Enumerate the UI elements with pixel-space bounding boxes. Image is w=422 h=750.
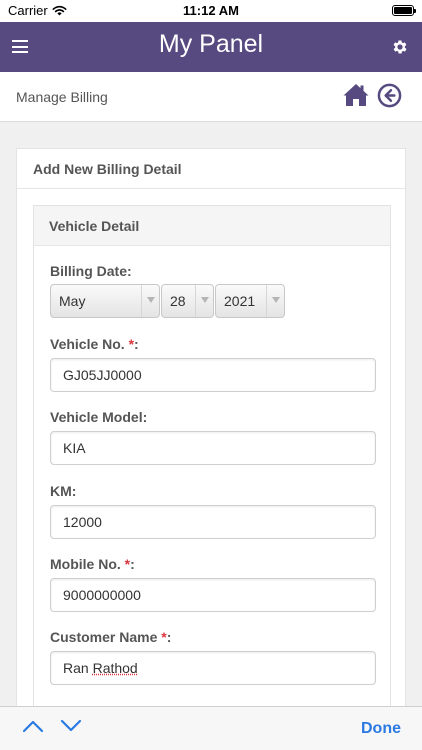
customer-name-input[interactable]: Ran Rathod bbox=[50, 651, 376, 685]
home-icon[interactable] bbox=[343, 83, 369, 107]
km-input[interactable]: 12000 bbox=[50, 505, 376, 539]
panel-title: Vehicle Detail bbox=[34, 206, 390, 246]
vehicle-model-value: KIA bbox=[63, 440, 86, 456]
customer-name-first: Ran bbox=[63, 660, 89, 676]
chevron-down-icon bbox=[266, 285, 284, 317]
gear-icon[interactable] bbox=[391, 38, 409, 56]
billing-month-value: May bbox=[59, 293, 86, 309]
done-button[interactable]: Done bbox=[361, 720, 401, 738]
clock: 11:12 AM bbox=[183, 3, 239, 18]
billing-date-label: Billing Date: bbox=[50, 263, 132, 279]
section-title: Manage Billing bbox=[16, 89, 108, 105]
app-navbar: My Panel bbox=[0, 22, 422, 72]
sub-header: Manage Billing bbox=[0, 72, 422, 122]
chevron-down-icon bbox=[195, 285, 213, 317]
back-circle-icon[interactable] bbox=[377, 83, 402, 108]
page-title: My Panel bbox=[158, 30, 264, 58]
customer-name-label: Customer Name *: bbox=[50, 629, 172, 645]
mobile-no-input[interactable]: 9000000000 bbox=[50, 578, 376, 612]
vehicle-model-input[interactable]: KIA bbox=[50, 431, 376, 465]
billing-year-select[interactable]: 2021 bbox=[215, 284, 285, 318]
billing-year-value: 2021 bbox=[224, 293, 256, 309]
vehicle-no-value: GJ05JJ0000 bbox=[63, 367, 142, 383]
status-bar: Carrier 11:12 AM bbox=[0, 0, 422, 22]
billing-card: Add New Billing Detail Vehicle Detail Bi… bbox=[16, 148, 406, 725]
billing-day-value: 28 bbox=[170, 293, 186, 309]
chevron-up-icon[interactable] bbox=[22, 719, 44, 733]
vehicle-no-input[interactable]: GJ05JJ0000 bbox=[50, 358, 376, 392]
keyboard-toolbar: Done bbox=[0, 706, 422, 750]
card-title: Add New Billing Detail bbox=[17, 149, 405, 189]
chevron-down-icon[interactable] bbox=[60, 719, 82, 733]
vehicle-model-label: Vehicle Model: bbox=[50, 409, 148, 425]
vehicle-no-label: Vehicle No. *: bbox=[50, 336, 139, 352]
billing-day-select[interactable]: 28 bbox=[161, 284, 214, 318]
km-label: KM: bbox=[50, 483, 77, 499]
battery-icon bbox=[392, 5, 416, 16]
customer-name-last: Rathod bbox=[92, 660, 138, 676]
vehicle-detail-panel: Vehicle Detail Billing Date: May 28 2021… bbox=[33, 205, 391, 725]
mobile-no-value: 9000000000 bbox=[63, 587, 141, 603]
chevron-down-icon bbox=[141, 285, 159, 317]
km-value: 12000 bbox=[63, 514, 102, 530]
billing-month-select[interactable]: May bbox=[50, 284, 160, 318]
mobile-no-label: Mobile No. *: bbox=[50, 556, 135, 572]
